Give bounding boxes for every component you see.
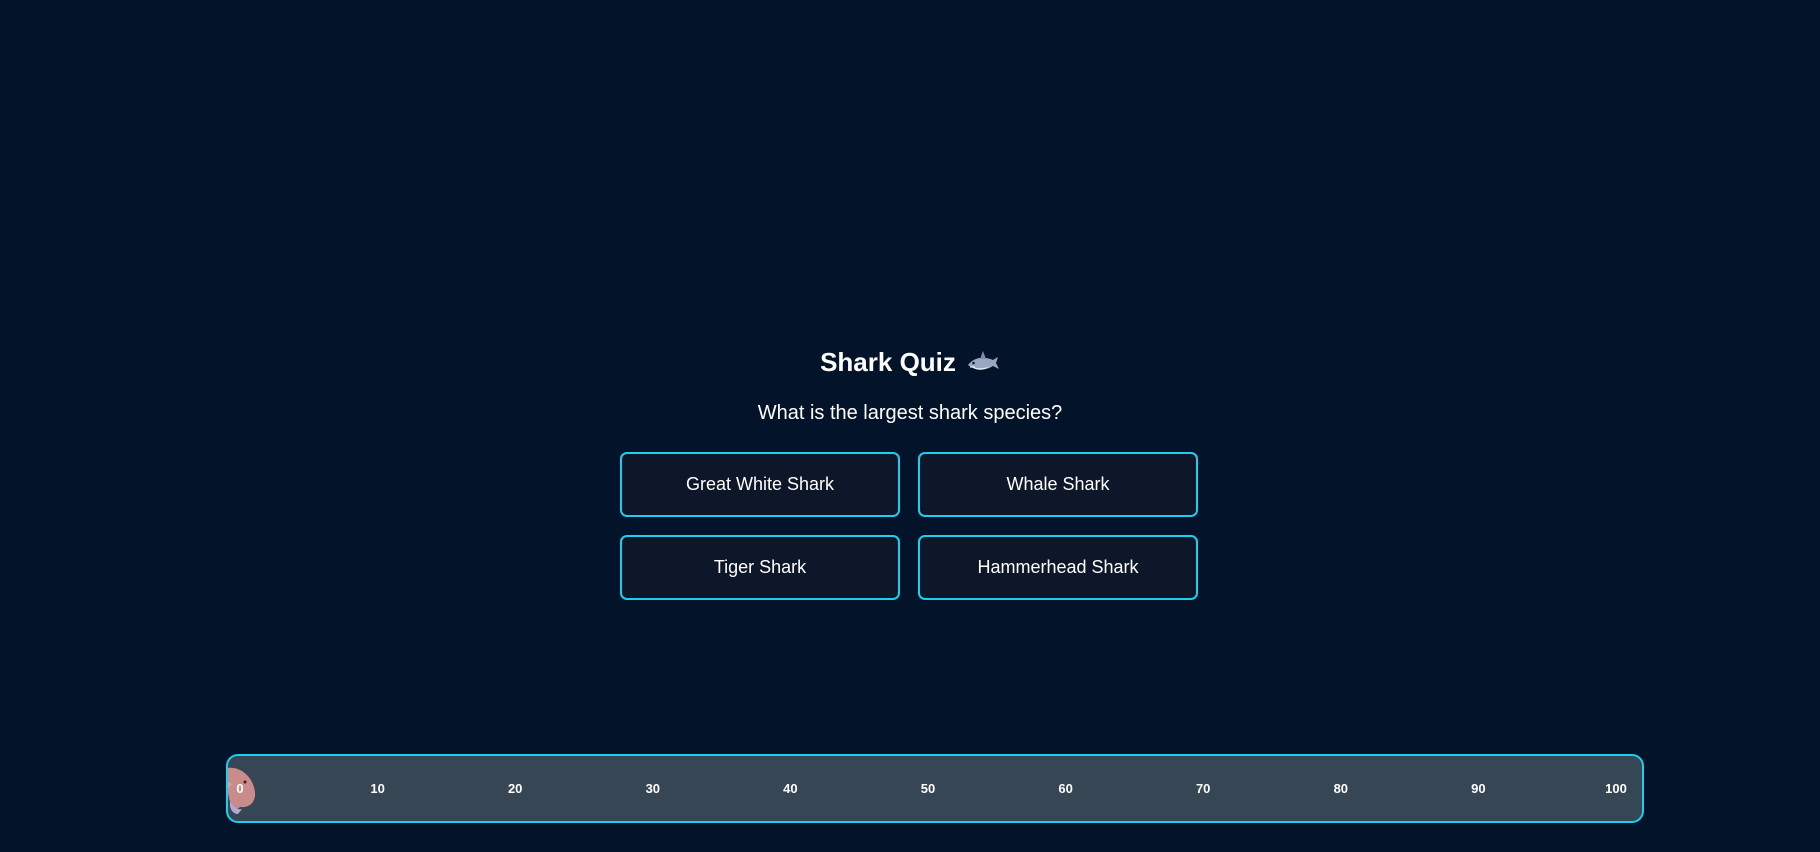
answer-button-whale[interactable]: Whale Shark xyxy=(918,452,1198,517)
tick-label: 10 xyxy=(370,781,385,796)
quiz-title: Shark Quiz xyxy=(820,340,1000,384)
tick-label: 50 xyxy=(920,781,936,796)
shark-icon xyxy=(228,762,264,817)
question-text: What is the largest shark species? xyxy=(757,402,1063,424)
tick-label: 60 xyxy=(1058,781,1073,796)
quiz-panel: Shark Quiz What is the largest shark spe… xyxy=(0,340,1820,600)
tick-label: 20 xyxy=(507,781,523,796)
answer-button-great-white[interactable]: Great White Shark xyxy=(620,452,900,517)
shark-emoji-icon xyxy=(966,347,1000,377)
answer-grid: Great White Shark Whale Shark Tiger Shar… xyxy=(620,452,1200,600)
tick-label: 30 xyxy=(645,781,661,796)
answer-button-hammerhead[interactable]: Hammerhead Shark xyxy=(918,535,1198,600)
answer-button-tiger[interactable]: Tiger Shark xyxy=(620,535,900,600)
tick-label: 40 xyxy=(783,781,798,796)
quiz-screen: Shark Quiz What is the largest shark spe… xyxy=(0,0,1820,852)
tick-label: 70 xyxy=(1195,781,1211,796)
tick-label: 90 xyxy=(1471,781,1486,796)
tick-label: 0 xyxy=(236,781,244,796)
tick-label: 100 xyxy=(1605,781,1627,796)
quiz-title-text: Shark Quiz xyxy=(820,347,956,377)
progress-track: 0 10 20 30 40 50 60 70 80 90 100 xyxy=(226,754,1644,823)
tick-label: 80 xyxy=(1333,781,1349,796)
